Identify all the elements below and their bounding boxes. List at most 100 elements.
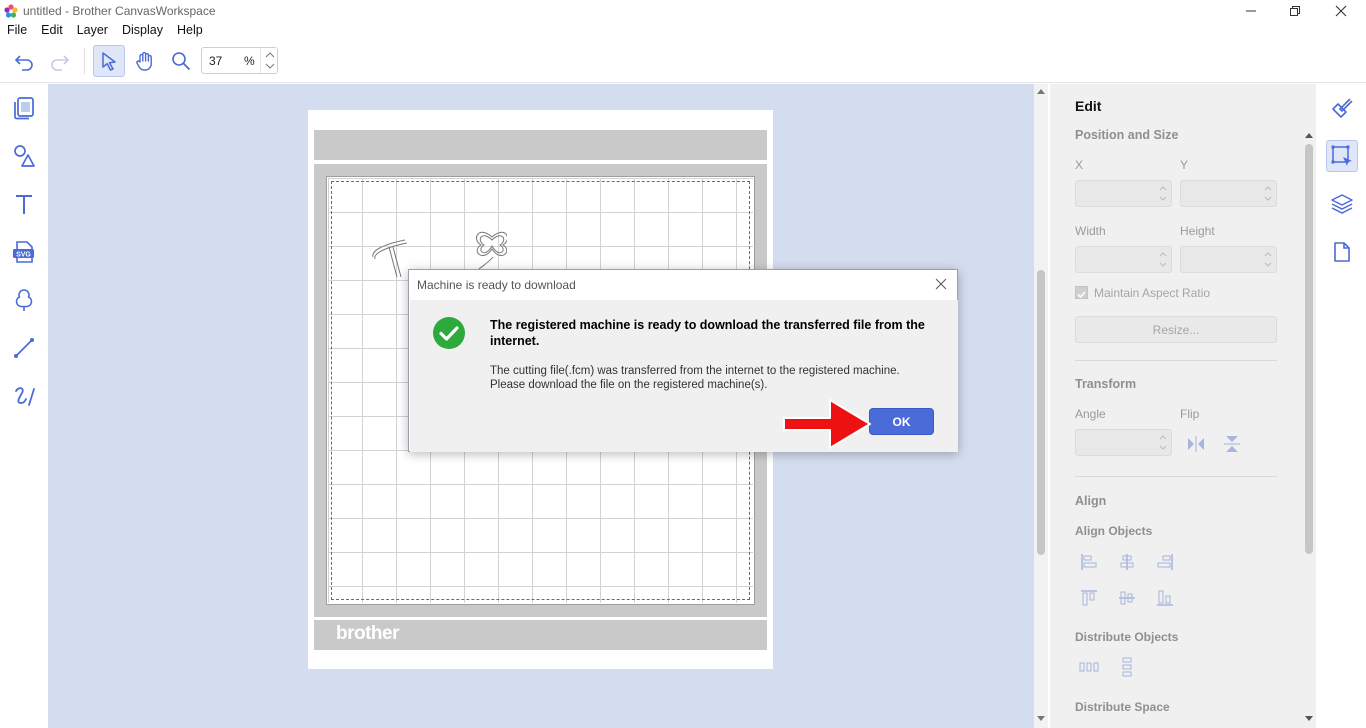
width-label: Width [1075, 224, 1106, 238]
restore-button[interactable] [1272, 0, 1318, 22]
distribute-space-label: Distribute Space [1075, 700, 1170, 714]
shapes-icon [14, 145, 35, 167]
maintain-aspect-checkbox[interactable] [1075, 286, 1088, 299]
stepper-arrows-icon [265, 52, 275, 69]
distribute-vertical-button[interactable] [1116, 656, 1138, 678]
text-tool-button[interactable] [8, 188, 40, 220]
shapes-tool-button[interactable] [8, 140, 40, 172]
align-bottom-button[interactable] [1154, 587, 1176, 609]
toolbar-separator [84, 48, 85, 74]
panel-switcher [1316, 84, 1366, 728]
menu-file[interactable]: File [0, 22, 34, 40]
svg-import-button[interactable]: SVG [8, 236, 40, 268]
page-settings-tab[interactable] [1326, 236, 1358, 268]
panel-scroll-thumb[interactable] [1305, 144, 1313, 554]
line-icon [14, 338, 34, 358]
edit-panel-title: Edit [1075, 98, 1102, 114]
distribute-horizontal-button[interactable] [1078, 656, 1100, 678]
align-left-icon [1081, 554, 1097, 570]
pages-icon [14, 97, 34, 120]
scroll-up-icon [1305, 133, 1313, 138]
align-right-button[interactable] [1154, 551, 1176, 573]
window-title: untitled - Brother CanvasWorkspace [23, 4, 216, 18]
hand-pan-icon [136, 51, 152, 71]
menu-display[interactable]: Display [115, 22, 170, 40]
pan-tool-button[interactable] [129, 45, 161, 77]
resize-button[interactable]: Resize... [1075, 316, 1277, 343]
red-arrow-icon [783, 399, 871, 449]
close-icon[interactable] [933, 276, 949, 292]
stepper-arrows-icon [1159, 435, 1167, 450]
height-field[interactable] [1180, 246, 1277, 273]
draw-tool-icon [15, 387, 35, 406]
section-divider [1075, 476, 1277, 477]
mat-footer-strip: brother [314, 620, 767, 650]
canvas-scroll-thumb[interactable] [1037, 270, 1045, 555]
menu-layer[interactable]: Layer [70, 22, 115, 40]
section-divider [1075, 360, 1277, 361]
svg-text:SVG: SVG [16, 252, 31, 259]
maintain-aspect-label: Maintain Aspect Ratio [1094, 286, 1211, 300]
distribute-horizontal-icon [1079, 662, 1099, 672]
mat-header-strip [314, 130, 767, 160]
close-icon [1335, 5, 1347, 17]
pattern-tool-button[interactable] [8, 284, 40, 316]
scroll-down-icon [1037, 716, 1045, 721]
flip-vertical-button[interactable] [1221, 433, 1243, 455]
panel-scrollbar[interactable] [1303, 128, 1315, 728]
success-check-icon [433, 317, 465, 349]
redo-button[interactable] [44, 45, 76, 77]
y-field[interactable] [1180, 180, 1277, 207]
brand-logo: brother [336, 623, 400, 644]
dialog-message: The cutting file(.fcm) was transferred f… [490, 364, 940, 392]
dialog-message-line1: The cutting file(.fcm) was transferred f… [490, 365, 900, 377]
zoom-magnifier-icon [172, 52, 191, 71]
pattern-icon [15, 289, 33, 311]
layers-tab[interactable] [1326, 188, 1358, 220]
zoom-stepper[interactable] [260, 48, 278, 73]
menu-bar: File Edit Layer Display Help [0, 22, 210, 40]
align-center-button[interactable] [1116, 551, 1138, 573]
machine-ready-dialog: Machine is ready to download The registe… [408, 269, 958, 452]
flip-horizontal-button[interactable] [1185, 433, 1207, 455]
flip-label: Flip [1180, 407, 1200, 421]
edit-object-tab[interactable] [1326, 140, 1358, 172]
y-label: Y [1180, 158, 1189, 172]
edit-style-tab[interactable] [1326, 92, 1358, 124]
menu-edit[interactable]: Edit [34, 22, 70, 40]
width-field[interactable] [1075, 246, 1172, 273]
undo-icon [14, 55, 33, 71]
minimize-icon [1246, 10, 1256, 12]
x-field[interactable] [1075, 180, 1172, 207]
align-middle-button[interactable] [1116, 587, 1138, 609]
scroll-up-icon [1037, 89, 1045, 94]
dialog-title: Machine is ready to download [417, 278, 576, 292]
align-heading: Align [1075, 494, 1107, 508]
pages-tool-button[interactable] [8, 92, 40, 124]
zoom-level-field[interactable]: 37 % [201, 47, 278, 74]
minimize-button[interactable] [1228, 0, 1274, 22]
left-toolbar: SVG [0, 84, 48, 728]
zoom-unit: % [244, 54, 255, 68]
ok-button[interactable]: OK [869, 408, 934, 435]
line-tool-button[interactable] [8, 332, 40, 364]
title-bar: untitled - Brother CanvasWorkspace [0, 0, 1366, 22]
align-top-button[interactable] [1078, 587, 1100, 609]
align-objects-label: Align Objects [1075, 524, 1153, 538]
x-label: X [1075, 158, 1084, 172]
flip-horizontal-icon [1188, 436, 1204, 452]
undo-button[interactable] [8, 45, 40, 77]
align-middle-icon [1119, 591, 1135, 605]
zoom-tool-button[interactable] [165, 45, 197, 77]
layers-icon [1331, 194, 1353, 214]
angle-field[interactable] [1075, 429, 1172, 456]
draw-tool-button[interactable] [8, 380, 40, 412]
close-window-button[interactable] [1318, 0, 1364, 22]
canvas-vertical-scrollbar[interactable] [1034, 84, 1048, 728]
menu-help[interactable]: Help [170, 22, 210, 40]
stepper-arrows-icon [1264, 252, 1272, 267]
select-tool-button[interactable] [93, 45, 125, 77]
align-left-button[interactable] [1078, 551, 1100, 573]
transform-heading: Transform [1075, 377, 1137, 391]
height-label: Height [1180, 224, 1215, 238]
